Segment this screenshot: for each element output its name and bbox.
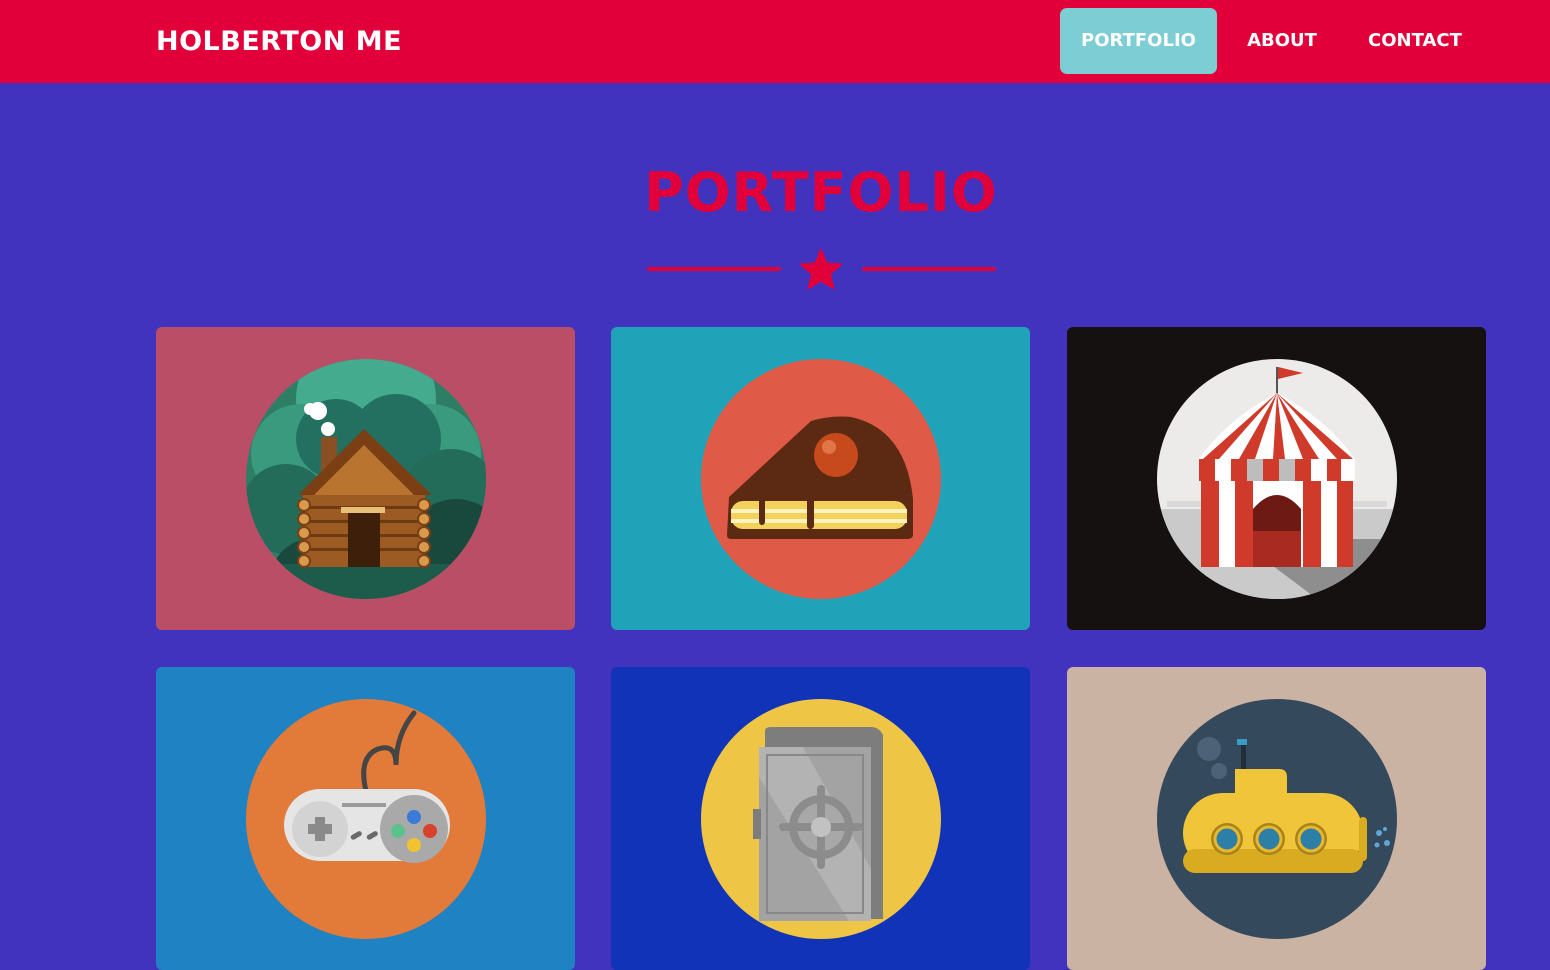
divider-line-left [647, 267, 781, 271]
portfolio-item-cabin[interactable] [156, 327, 575, 630]
nav-link-about[interactable]: ABOUT [1229, 8, 1335, 74]
brand-logo[interactable]: HOLBERTON ME [156, 25, 402, 59]
circus-tent-icon [1157, 359, 1397, 599]
cabin-icon [246, 359, 486, 599]
portfolio-item-safe[interactable] [611, 667, 1030, 970]
game-controller-icon [246, 699, 486, 939]
section-title: PORTFOLIO [644, 161, 998, 224]
divider-line-right [862, 267, 996, 271]
portfolio-item-submarine[interactable] [1067, 667, 1486, 970]
safe-icon [701, 699, 941, 939]
nav-link-portfolio[interactable]: PORTFOLIO [1060, 8, 1217, 74]
navbar: HOLBERTON ME PORTFOLIO ABOUT CONTACT [0, 0, 1550, 83]
portfolio-item-game-controller[interactable] [156, 667, 575, 970]
submarine-icon [1157, 699, 1397, 939]
nav-link-contact[interactable]: CONTACT [1350, 8, 1480, 74]
portfolio-item-circus-tent[interactable] [1067, 327, 1486, 630]
portfolio-item-cake[interactable] [611, 327, 1030, 630]
cake-icon [701, 359, 941, 599]
star-icon [800, 249, 842, 290]
